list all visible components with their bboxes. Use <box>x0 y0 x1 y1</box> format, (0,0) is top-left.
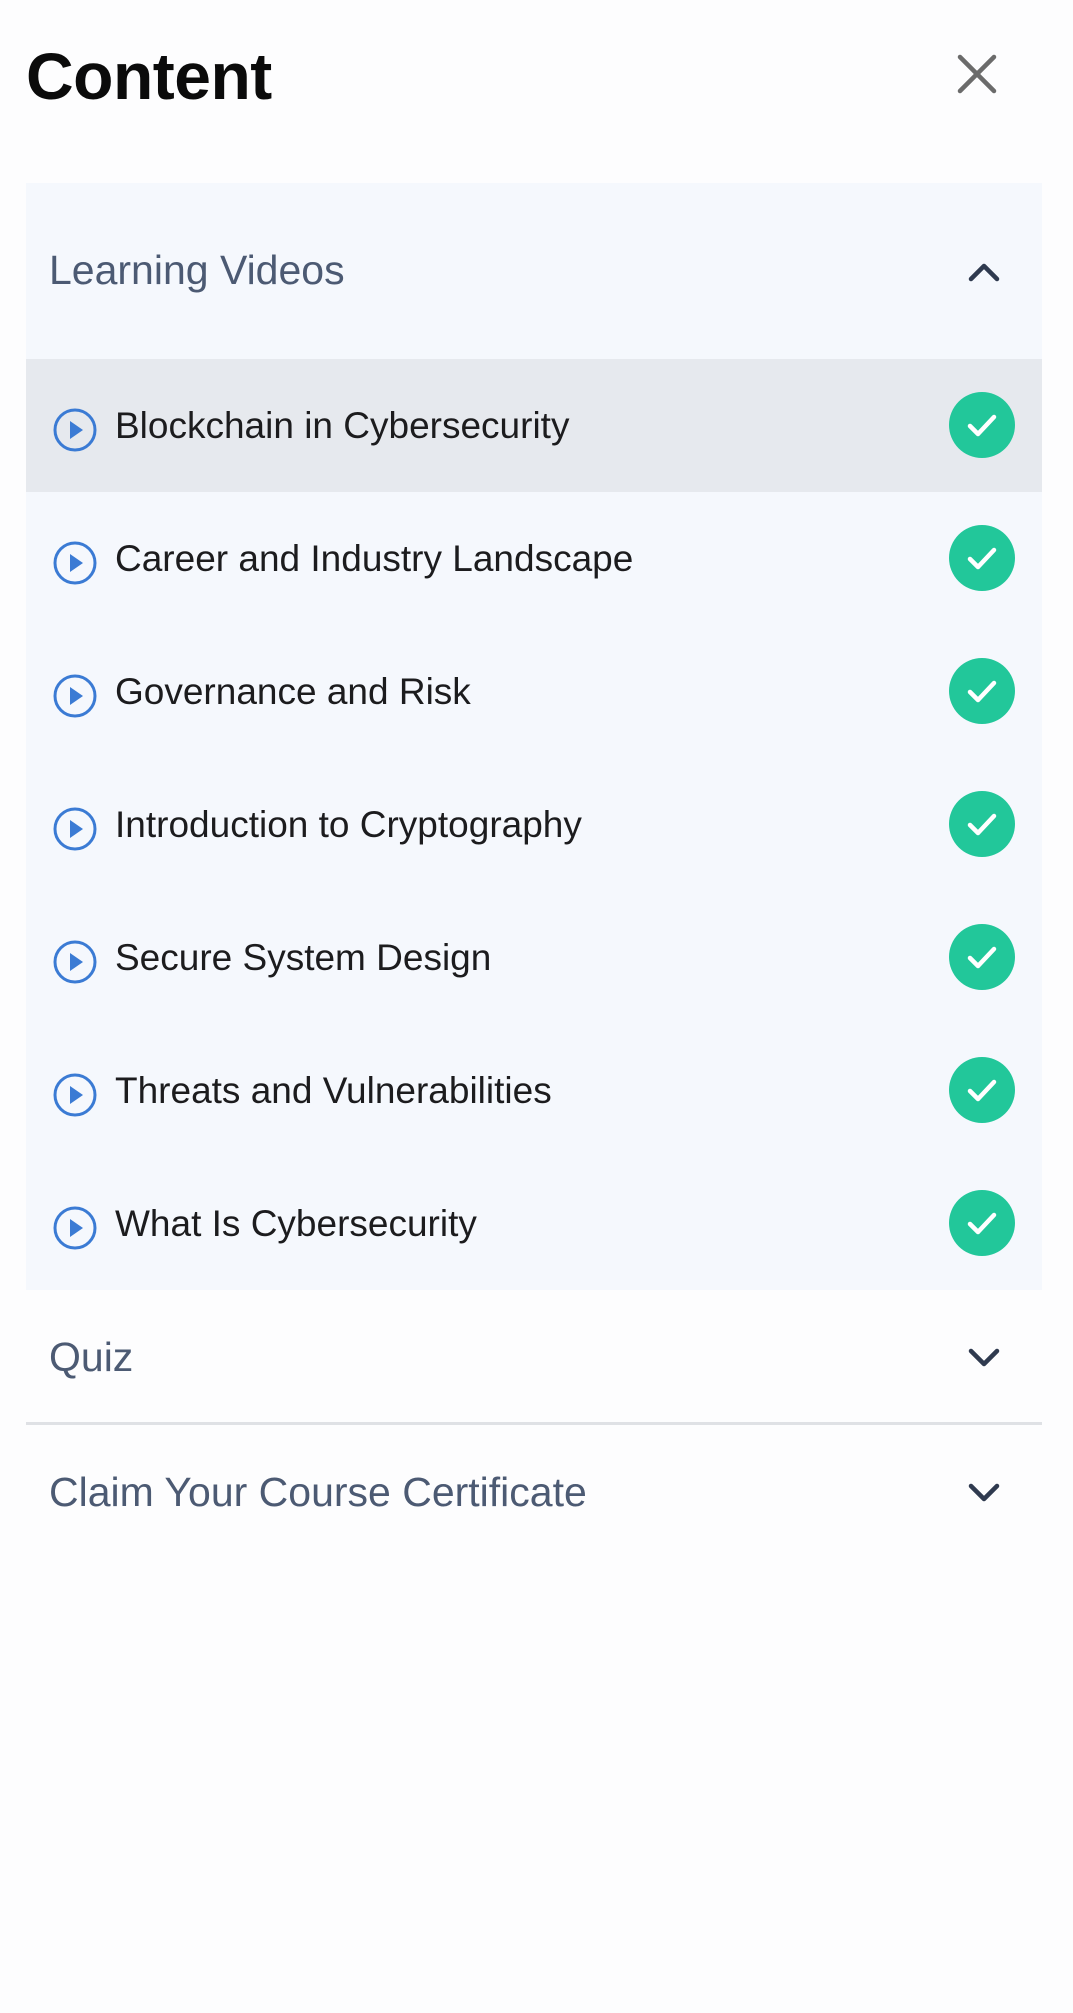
completed-check-icon <box>949 525 1015 591</box>
list-item[interactable]: Threats and Vulnerabilities <box>26 1024 1042 1157</box>
completed-check-icon <box>949 658 1015 724</box>
play-circle-icon <box>53 1206 97 1250</box>
play-circle-icon <box>53 1073 97 1117</box>
close-button[interactable] <box>951 48 1003 100</box>
section-title-quiz: Quiz <box>49 1334 134 1380</box>
list-item[interactable]: Career and Industry Landscape <box>26 492 1042 625</box>
page-title: Content <box>26 39 272 113</box>
completed-check-icon <box>949 1057 1015 1123</box>
completed-check-icon <box>949 791 1015 857</box>
video-title: Career and Industry Landscape <box>115 538 634 579</box>
video-title: Governance and Risk <box>115 671 471 712</box>
chevron-up-icon <box>968 263 1000 282</box>
video-title: Threats and Vulnerabilities <box>115 1070 552 1111</box>
video-title: Introduction to Cryptography <box>115 804 582 845</box>
completed-check-icon <box>949 392 1015 458</box>
chevron-down-icon <box>968 1483 1000 1502</box>
list-item[interactable]: Secure System Design <box>26 891 1042 1024</box>
close-icon <box>957 54 997 94</box>
list-item[interactable]: What Is Cybersecurity <box>26 1157 1042 1290</box>
video-title: Blockchain in Cybersecurity <box>115 405 570 446</box>
chevron-down-icon <box>968 1348 1000 1367</box>
list-item[interactable]: Blockchain in Cybersecurity <box>26 359 1042 492</box>
content-accordion: Learning Videos Blockchain in Cybersecur… <box>26 183 1042 1557</box>
learning-videos-list: Blockchain in Cybersecurity Career and I… <box>26 359 1042 1290</box>
section-quiz-toggle[interactable]: Quiz <box>26 1290 1042 1422</box>
section-learning-videos-toggle[interactable]: Learning Videos <box>26 183 1042 359</box>
video-title: What Is Cybersecurity <box>115 1203 477 1244</box>
play-circle-icon <box>53 408 97 452</box>
drawer-header: Content <box>26 0 1047 160</box>
section-title-certificate: Claim Your Course Certificate <box>49 1469 587 1515</box>
section-certificate-toggle[interactable]: Claim Your Course Certificate <box>26 1425 1042 1557</box>
play-circle-icon <box>53 674 97 718</box>
play-circle-icon <box>53 940 97 984</box>
list-item[interactable]: Governance and Risk <box>26 625 1042 758</box>
video-title: Secure System Design <box>115 937 492 978</box>
list-item[interactable]: Introduction to Cryptography <box>26 758 1042 891</box>
content-drawer: Content Learning Videos Blockchain in Cy… <box>0 0 1073 2013</box>
section-title-learning-videos: Learning Videos <box>49 247 345 293</box>
completed-check-icon <box>949 924 1015 990</box>
play-circle-icon <box>53 807 97 851</box>
completed-check-icon <box>949 1190 1015 1256</box>
play-circle-icon <box>53 541 97 585</box>
